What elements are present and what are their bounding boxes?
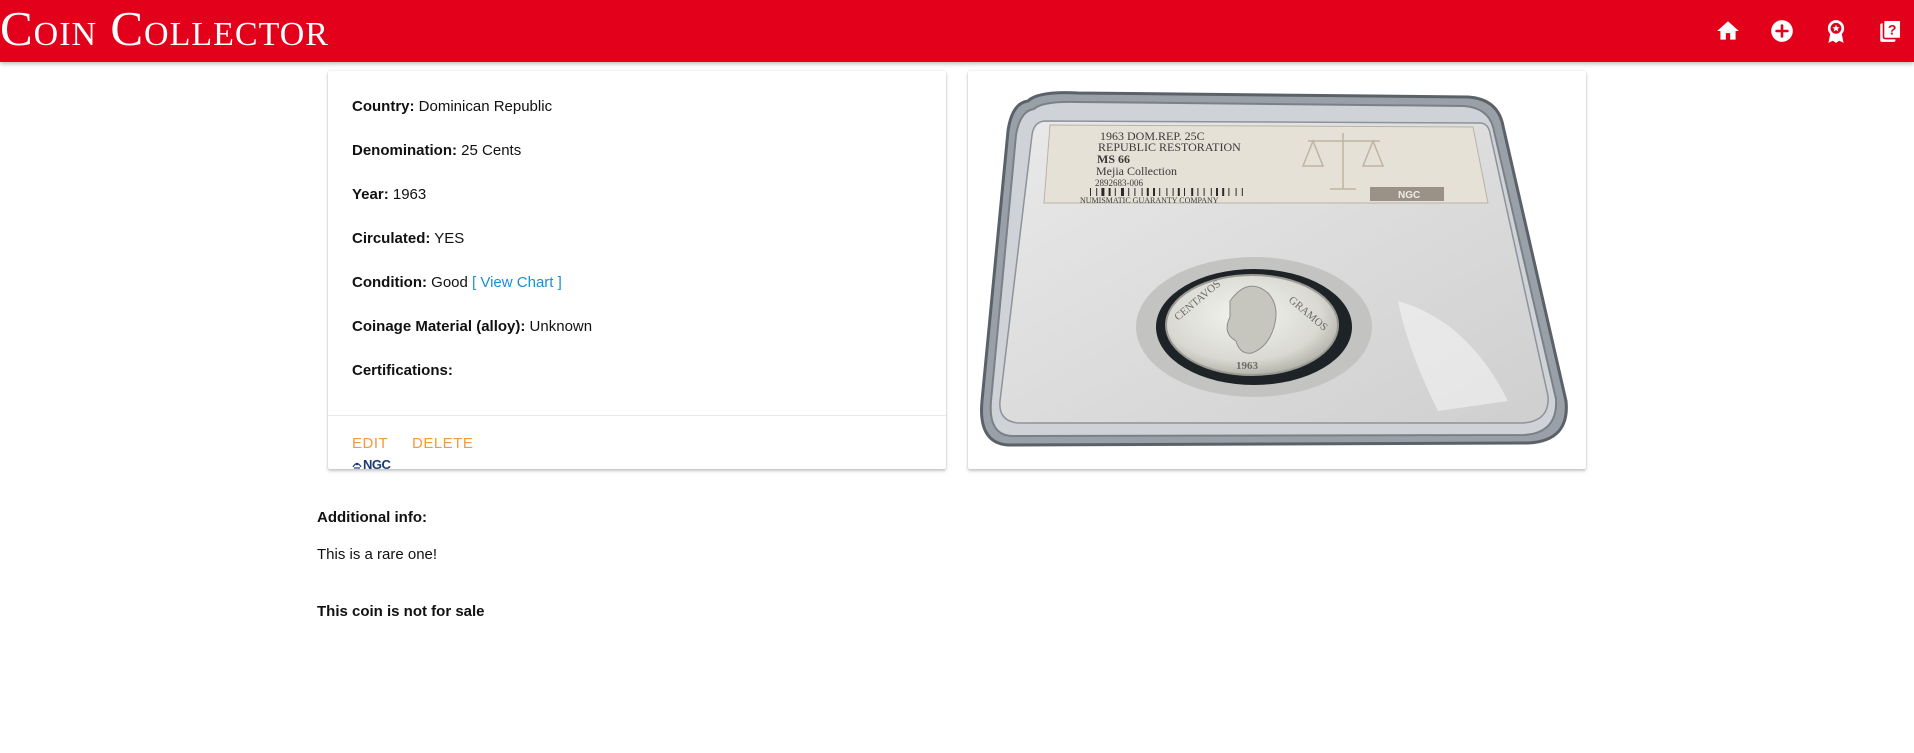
- circulated-field: Circulated: YES: [352, 230, 464, 248]
- circulated-value: YES: [434, 230, 465, 247]
- year-value: 1963: [392, 186, 427, 203]
- material-label: Coinage Material (alloy):: [352, 318, 526, 335]
- coin-image-card: 1963 DOM.REP. 25C REPUBLIC RESTORATION M…: [968, 71, 1586, 469]
- app-title[interactable]: Coin Collector: [0, 4, 329, 54]
- certifications-label: Certifications:: [352, 362, 453, 379]
- coin-text-year: 1963: [1236, 360, 1259, 372]
- delete-button[interactable]: DELETE: [412, 435, 473, 453]
- sale-status-text: This coin is not for sale: [317, 603, 485, 620]
- year-label: Year:: [352, 186, 389, 203]
- coin-details-card: Country: Dominican Republic Denomination…: [328, 71, 946, 472]
- app-bar: Coin Collector ?: [0, 0, 1914, 62]
- label-line-6: NUMISMATIC GUARANTY COMPANY: [1080, 196, 1219, 205]
- coin-slab-image: 1963 DOM.REP. 25C REPUBLIC RESTORATION M…: [980, 91, 1568, 447]
- material-field: Coinage Material (alloy): Unknown: [352, 318, 592, 336]
- help-book-icon[interactable]: ?: [1874, 15, 1906, 47]
- circulated-label: Circulated:: [352, 230, 431, 247]
- country-field: Country: Dominican Republic: [352, 98, 552, 116]
- card-actions: EDIT DELETE: [328, 415, 946, 469]
- material-value: Unknown: [529, 318, 593, 335]
- certifications-field: Certifications:: [352, 362, 453, 380]
- condition-value: Good: [431, 274, 468, 291]
- country-value: Dominican Republic: [418, 98, 553, 115]
- denomination-value: 25 Cents: [461, 142, 522, 159]
- condition-field: Condition: Good [ View Chart ]: [352, 274, 562, 292]
- additional-info-label: Additional info:: [317, 509, 427, 526]
- add-circle-icon[interactable]: [1766, 15, 1798, 47]
- label-logo-text: NGC: [1398, 190, 1420, 201]
- year-field: Year: 1963: [352, 186, 426, 204]
- view-chart-link[interactable]: [ View Chart ]: [472, 274, 562, 291]
- label-line-4: Mejia Collection: [1096, 164, 1177, 178]
- additional-info-text: This is a rare one!: [317, 546, 438, 563]
- condition-label: Condition:: [352, 274, 427, 291]
- home-icon[interactable]: [1712, 15, 1744, 47]
- denomination-label: Denomination:: [352, 142, 457, 159]
- country-label: Country:: [352, 98, 415, 115]
- edit-button[interactable]: EDIT: [352, 435, 388, 453]
- svg-text:?: ?: [1888, 21, 1897, 37]
- denomination-field: Denomination: 25 Cents: [352, 142, 521, 160]
- label-line-5: 2892683-006: [1095, 178, 1143, 188]
- award-icon[interactable]: [1820, 15, 1852, 47]
